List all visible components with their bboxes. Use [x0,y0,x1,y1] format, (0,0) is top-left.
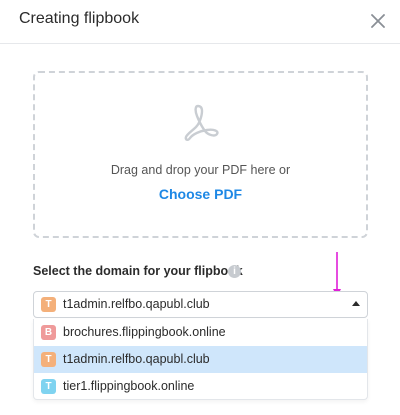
domain-option-selected[interactable]: T t1admin.relfbo.qapubl.club [34,346,367,373]
pdf-icon [181,103,221,143]
domain-badge: T [41,297,56,312]
domain-badge: T [41,352,56,367]
dialog-header: Creating flipbook [0,0,400,44]
domain-select-value: t1admin.relfbo.qapubl.club [63,297,210,311]
domain-badge: B [41,325,56,340]
domain-option-text: t1admin.relfbo.qapubl.club [63,352,210,366]
pdf-dropzone[interactable]: Drag and drop your PDF here or Choose PD… [33,71,368,238]
domain-badge: T [41,379,56,394]
dialog-title: Creating flipbook [19,10,140,27]
close-button[interactable] [366,9,390,33]
info-icon[interactable]: i [228,265,241,278]
domain-option-text: brochures.flippingbook.online [63,325,226,339]
domain-option[interactable]: B brochures.flippingbook.online [34,319,367,346]
choose-pdf-link[interactable]: Choose PDF [35,186,366,202]
domain-option-text: tier1.flippingbook.online [63,379,195,393]
chevron-up-icon [352,301,360,306]
domain-options-list: B brochures.flippingbook.online T t1admi… [33,319,368,400]
creating-flipbook-dialog: Creating flipbook Drag and drop your PDF… [0,0,400,415]
drop-hint-text: Drag and drop your PDF here or [110,163,291,177]
close-icon [371,14,385,28]
domain-select[interactable]: T t1admin.relfbo.qapubl.club [33,291,368,318]
domain-select-label: Select the domain for your flipbook [33,264,243,278]
domain-option[interactable]: T tier1.flippingbook.online [34,373,367,400]
annotation-arrow [333,252,341,297]
